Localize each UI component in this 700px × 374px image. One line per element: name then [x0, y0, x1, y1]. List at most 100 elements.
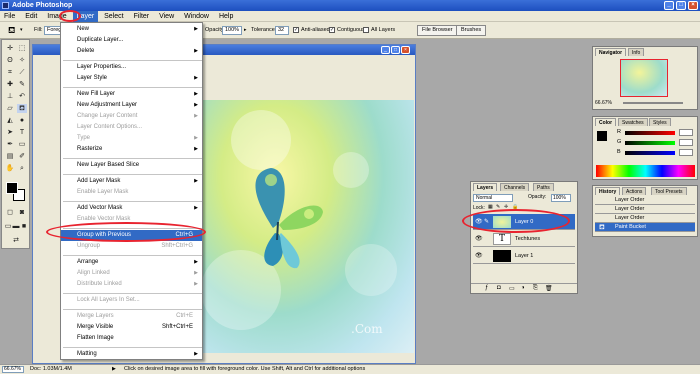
menu-item-rasterize[interactable]: Rasterize ▶ [61, 144, 202, 155]
adjustment-layer-icon[interactable]: ◑ [521, 285, 525, 291]
foreground-color-swatch[interactable] [6, 182, 18, 194]
history-item[interactable]: Layer Order [595, 214, 695, 223]
minimize-button[interactable]: _ [664, 1, 674, 10]
tab-channels[interactable]: Channels [500, 183, 530, 191]
menu-item-flatten-image[interactable]: Flatten Image [61, 333, 202, 344]
history-item-selected[interactable]: Paint Bucket [595, 223, 695, 232]
red-slider[interactable] [625, 131, 675, 135]
menu-item-delete[interactable]: Delete ▶ [61, 46, 202, 57]
visibility-eye-icon[interactable]: 👁 [475, 231, 483, 247]
all-layers-checkbox[interactable] [363, 27, 369, 33]
new-set-icon[interactable]: ▭ [509, 285, 515, 292]
red-value-field[interactable] [679, 129, 693, 136]
doc-close-button[interactable]: × [401, 46, 410, 54]
shape-tool-icon[interactable]: ▭ [17, 140, 27, 149]
blue-value-field[interactable] [679, 149, 693, 156]
brushes-tab[interactable]: Brushes [456, 25, 487, 36]
menu-help[interactable]: Help [215, 11, 237, 22]
menu-item-add-vector-mask[interactable]: Add Vector Mask ▶ [61, 203, 202, 214]
color-spectrum-bar[interactable] [596, 165, 695, 177]
lock-transparency-icon[interactable]: ▦ [488, 204, 493, 210]
tab-color[interactable]: Color [595, 118, 617, 126]
quick-mask-mode-icon[interactable]: ◙ [17, 208, 27, 217]
history-item[interactable]: Layer Order [595, 205, 695, 214]
menu-item-layer-style[interactable]: Layer Style ▶ [61, 73, 202, 84]
paint-bucket-tool-icon[interactable]: ⛾ [8, 22, 15, 39]
tab-info[interactable]: Info [628, 48, 645, 56]
blend-mode-select[interactable]: Normal [473, 194, 513, 202]
doc-maximize-button[interactable]: □ [391, 46, 400, 54]
tab-paths[interactable]: Paths [533, 183, 554, 191]
menu-item-layer-properties[interactable]: Layer Properties... [61, 62, 202, 73]
file-browser-tab[interactable]: File Browser [417, 25, 458, 36]
layers-opacity-field[interactable]: 100% [551, 194, 571, 202]
menu-item-new-layer-based-slice[interactable]: New Layer Based Slice [61, 160, 202, 171]
menu-item-matting[interactable]: Matting ▶ [61, 349, 202, 360]
jump-to-imageready-icon[interactable]: ⇄ [11, 236, 21, 245]
menu-item-new[interactable]: New ▶ [61, 24, 202, 35]
anti-aliased-checkbox[interactable]: ✓ [293, 27, 299, 33]
tab-actions[interactable]: Actions [622, 187, 647, 195]
status-arrow-icon[interactable]: ▶ [112, 365, 116, 374]
standard-mode-icon[interactable]: ◻ [5, 208, 15, 217]
green-value-field[interactable] [679, 139, 693, 146]
blue-slider[interactable] [625, 151, 675, 155]
clone-stamp-tool-icon[interactable]: ⊥ [5, 92, 15, 101]
tab-tool-presets[interactable]: Tool Presets [651, 187, 687, 195]
slice-tool-icon[interactable]: ⟋ [17, 68, 27, 77]
paint-bucket-tool-icon-selected[interactable]: ⛾ [17, 104, 27, 113]
tab-history[interactable]: History [595, 187, 621, 195]
menu-file[interactable]: File [0, 11, 19, 22]
dodge-tool-icon[interactable]: ● [17, 116, 27, 125]
contiguous-checkbox[interactable]: ✓ [329, 27, 335, 33]
menu-item-merge-visible[interactable]: Merge Visible Shft+Ctrl+E [61, 322, 202, 333]
menu-item-new-fill-layer[interactable]: New Fill Layer ▶ [61, 89, 202, 100]
layer-style-icon[interactable]: ƒ [485, 285, 488, 291]
marquee-tool-icon[interactable]: ⬚ [17, 44, 27, 53]
history-brush-tool-icon[interactable]: ↶ [17, 92, 27, 101]
close-button[interactable]: × [688, 1, 698, 10]
brush-tool-icon[interactable]: ✎ [17, 80, 27, 89]
navigator-thumbnail[interactable] [620, 59, 668, 97]
image-canvas[interactable]: .Com [201, 100, 414, 353]
tool-preset-chevron-icon[interactable]: ▾ [20, 22, 23, 39]
menu-select[interactable]: Select [100, 11, 127, 22]
screen-mode-full-menu-icon[interactable]: ▬ [12, 222, 20, 231]
eyedropper-tool-icon[interactable]: ✐ [17, 152, 27, 161]
menu-item-arrange[interactable]: Arrange ▶ [61, 257, 202, 268]
zoom-tool-icon[interactable]: ⌕ [17, 164, 27, 173]
type-tool-icon[interactable]: T [17, 128, 27, 137]
hand-tool-icon[interactable]: ✋ [5, 164, 15, 173]
healing-tool-icon[interactable]: ✚ [5, 80, 15, 89]
opacity-arrow-icon[interactable]: ▸ [244, 22, 247, 39]
new-layer-icon[interactable]: ⎘ [533, 285, 538, 292]
lasso-tool-icon[interactable]: ʘ [5, 56, 15, 65]
blur-tool-icon[interactable]: ◭ [5, 116, 15, 125]
opacity-field[interactable]: 100% [222, 26, 242, 35]
navigator-zoom-slider[interactable] [623, 102, 683, 104]
layer-row-layer-1[interactable]: 👁 Layer 1 [473, 248, 575, 264]
tab-navigator[interactable]: Navigator [595, 48, 627, 56]
tab-layers[interactable]: Layers [473, 183, 498, 191]
move-tool-icon[interactable]: ✛ [5, 44, 15, 53]
maximize-button[interactable]: □ [676, 1, 686, 10]
menu-item-add-layer-mask[interactable]: Add Layer Mask ▶ [61, 176, 202, 187]
pen-tool-icon[interactable]: ✒ [5, 140, 15, 149]
menu-edit[interactable]: Edit [21, 11, 41, 22]
doc-minimize-button[interactable]: _ [381, 46, 390, 54]
history-item[interactable]: Layer Order [595, 196, 695, 205]
crop-tool-icon[interactable]: ⌗ [5, 68, 15, 77]
status-zoom-field[interactable]: 66.67% [2, 366, 24, 373]
menu-view[interactable]: View [155, 11, 178, 22]
visibility-eye-icon[interactable]: 👁 [475, 248, 483, 264]
green-slider[interactable] [625, 141, 675, 145]
menu-filter[interactable]: Filter [130, 11, 154, 22]
menu-item-new-adjustment-layer[interactable]: New Adjustment Layer ▶ [61, 100, 202, 111]
tolerance-field[interactable]: 32 [275, 26, 289, 35]
color-foreground-swatch[interactable] [597, 131, 607, 141]
screen-mode-full-icon[interactable]: ■ [20, 222, 28, 231]
magic-wand-tool-icon[interactable]: ✧ [17, 56, 27, 65]
add-mask-icon[interactable]: ◘ [497, 285, 501, 291]
notes-tool-icon[interactable]: ▤ [5, 152, 15, 161]
path-selection-tool-icon[interactable]: ➤ [5, 128, 15, 137]
